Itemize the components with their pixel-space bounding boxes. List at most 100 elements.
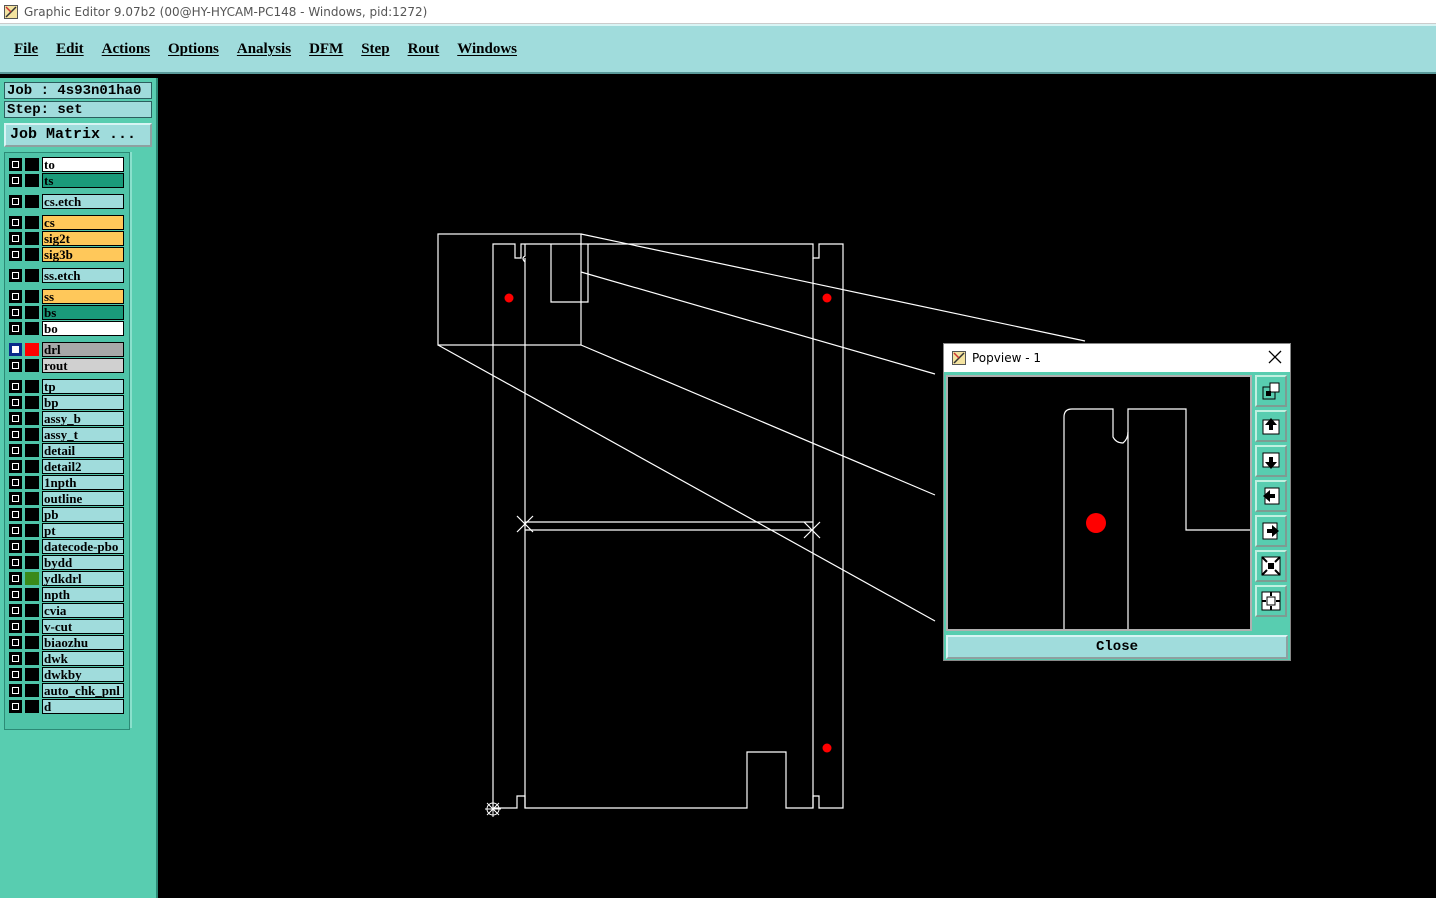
layer-name[interactable]: tp [42,379,124,394]
zoom-in-button[interactable] [1255,550,1287,582]
menu-analysis[interactable]: Analysis [237,41,291,58]
layer-row-cs.etch[interactable]: cs.etch [7,194,127,209]
layer-name[interactable]: bs [42,305,124,320]
layer-name[interactable]: npth [42,587,124,602]
layer-name[interactable]: to [42,157,124,172]
layer-color-swatch[interactable] [25,668,39,681]
layer-name[interactable]: drl [42,342,124,357]
layer-checkbox[interactable] [9,556,22,569]
layer-color-swatch[interactable] [25,572,39,585]
layer-name[interactable]: biaozhu [42,635,124,650]
layer-checkbox[interactable] [9,588,22,601]
layer-row-detail2[interactable]: detail2 [7,459,127,474]
layer-row-dwkby[interactable]: dwkby [7,667,127,682]
layer-name[interactable]: cvia [42,603,124,618]
layer-row-1npth[interactable]: 1npth [7,475,127,490]
layer-checkbox[interactable] [9,572,22,585]
layer-color-swatch[interactable] [25,232,39,245]
layer-row-bp[interactable]: bp [7,395,127,410]
layer-checkbox[interactable] [9,492,22,505]
layer-name[interactable]: datecode-pbo [42,539,124,554]
layer-color-swatch[interactable] [25,380,39,393]
layer-checkbox[interactable] [9,396,22,409]
layer-color-swatch[interactable] [25,174,39,187]
layer-checkbox[interactable] [9,195,22,208]
zoom-out-button[interactable] [1255,585,1287,617]
layer-checkbox[interactable] [9,343,22,356]
layer-name[interactable]: dwkby [42,667,124,682]
layer-color-swatch[interactable] [25,636,39,649]
layer-row-tp[interactable]: tp [7,379,127,394]
layer-name[interactable]: ss.etch [42,268,124,283]
close-icon[interactable] [1268,350,1282,364]
layer-row-ydkdrl[interactable]: ydkdrl [7,571,127,586]
layer-row-bydd[interactable]: bydd [7,555,127,570]
layer-row-ts[interactable]: ts [7,173,127,188]
layer-color-swatch[interactable] [25,588,39,601]
layer-name[interactable]: 1npth [42,475,124,490]
layer-checkbox[interactable] [9,604,22,617]
layer-color-swatch[interactable] [25,428,39,441]
layer-color-swatch[interactable] [25,604,39,617]
layer-row-pb[interactable]: pb [7,507,127,522]
layer-name[interactable]: pt [42,523,124,538]
layer-color-swatch[interactable] [25,444,39,457]
layer-row-drl[interactable]: drl [7,342,127,357]
layer-row-cs[interactable]: cs [7,215,127,230]
layer-checkbox[interactable] [9,428,22,441]
layer-checkbox[interactable] [9,412,22,425]
layer-name[interactable]: detail [42,443,124,458]
layer-row-to[interactable]: to [7,157,127,172]
layer-color-swatch[interactable] [25,269,39,282]
layer-color-swatch[interactable] [25,492,39,505]
layer-checkbox[interactable] [9,290,22,303]
layer-checkbox[interactable] [9,359,22,372]
layer-name[interactable]: ts [42,173,124,188]
pan-right-button[interactable] [1255,515,1287,547]
layer-color-swatch[interactable] [25,412,39,425]
layer-checkbox[interactable] [9,322,22,335]
popview-canvas[interactable] [946,375,1252,631]
layer-name[interactable]: auto_chk_pnl [42,683,124,698]
layer-name[interactable]: dwk [42,651,124,666]
layer-color-swatch[interactable] [25,322,39,335]
layer-color-swatch[interactable] [25,652,39,665]
job-matrix-button[interactable]: Job Matrix ... [4,123,152,147]
layer-color-swatch[interactable] [25,524,39,537]
layer-checkbox[interactable] [9,444,22,457]
layer-color-swatch[interactable] [25,195,39,208]
layer-color-swatch[interactable] [25,306,39,319]
layer-color-swatch[interactable] [25,508,39,521]
layer-row-d[interactable]: d [7,699,127,714]
layer-color-swatch[interactable] [25,700,39,713]
layer-name[interactable]: pb [42,507,124,522]
popview-close-button[interactable]: Close [946,635,1288,659]
menu-file[interactable]: File [14,41,38,58]
menu-dfm[interactable]: DFM [309,41,343,58]
layer-checkbox[interactable] [9,174,22,187]
menu-step[interactable]: Step [361,41,389,58]
layer-checkbox[interactable] [9,636,22,649]
layer-list-scrollbar[interactable] [130,152,156,728]
layer-row-pt[interactable]: pt [7,523,127,538]
layer-checkbox[interactable] [9,508,22,521]
layer-checkbox[interactable] [9,700,22,713]
layer-name[interactable]: ss [42,289,124,304]
layer-color-swatch[interactable] [25,216,39,229]
pan-up-button[interactable] [1255,410,1287,442]
layer-checkbox[interactable] [9,232,22,245]
layer-name[interactable]: cs.etch [42,194,124,209]
layer-row-detail[interactable]: detail [7,443,127,458]
layer-color-swatch[interactable] [25,158,39,171]
menu-options[interactable]: Options [168,41,219,58]
pan-left-button[interactable] [1255,480,1287,512]
layer-color-swatch[interactable] [25,460,39,473]
layer-row-ss.etch[interactable]: ss.etch [7,268,127,283]
layer-name[interactable]: bydd [42,555,124,570]
layer-checkbox[interactable] [9,380,22,393]
layer-checkbox[interactable] [9,460,22,473]
layer-color-swatch[interactable] [25,620,39,633]
layer-row-sig2t[interactable]: sig2t [7,231,127,246]
layer-name[interactable]: outline [42,491,124,506]
layer-color-swatch[interactable] [25,343,39,356]
